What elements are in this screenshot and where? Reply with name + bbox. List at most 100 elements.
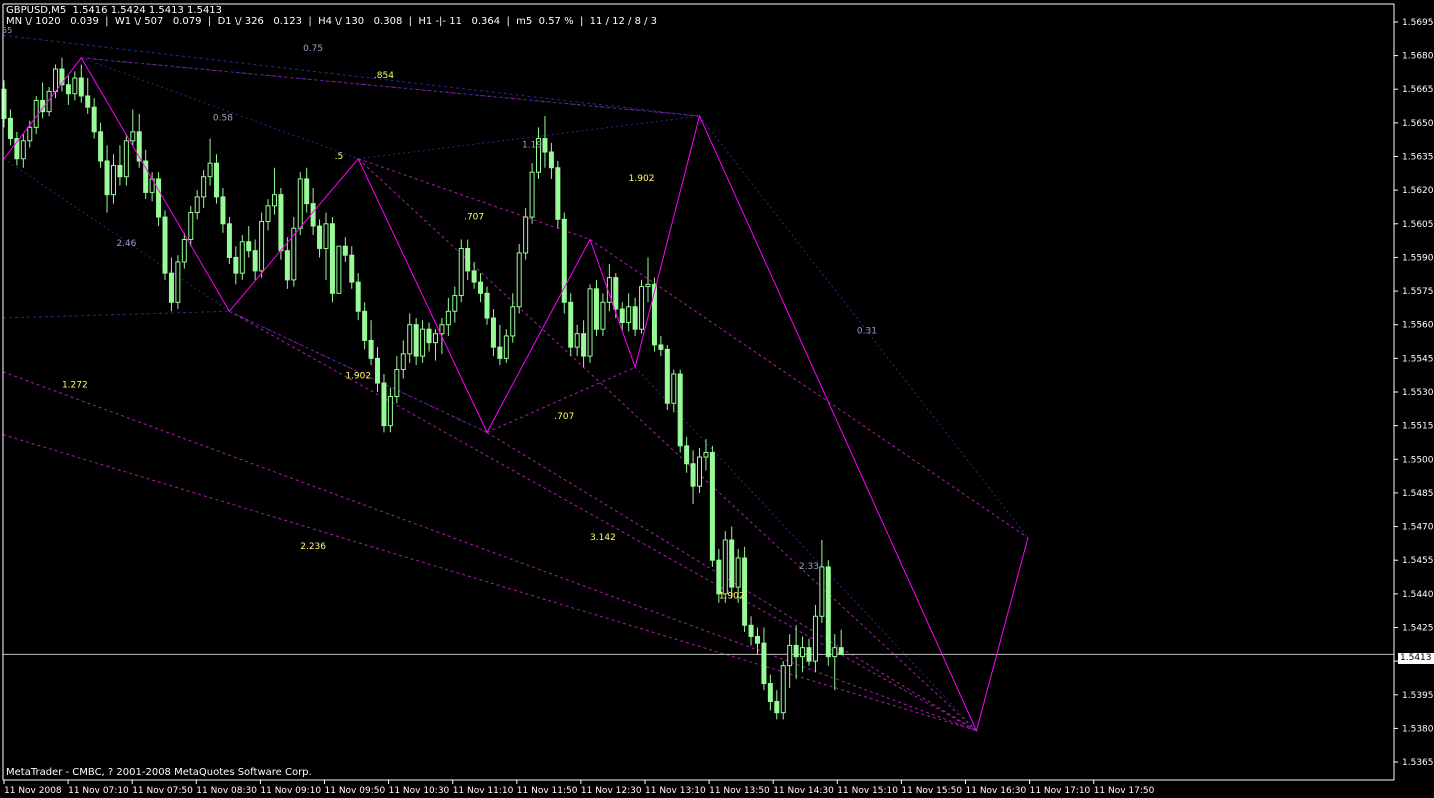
x-tick-label: 11 Nov 14:30 (773, 786, 834, 796)
candle-body (342, 245, 348, 256)
candle-body (800, 647, 806, 658)
y-tick-label: 1.5695 (1402, 18, 1434, 28)
candle-body (194, 196, 200, 214)
candle-body (156, 178, 162, 218)
x-tick-label: 11 Nov 13:50 (709, 786, 770, 796)
x-tick-label: 11 Nov 17:10 (1030, 786, 1091, 796)
candle-body (490, 317, 496, 348)
candle (188, 205, 194, 247)
x-tick-label: 11 Nov 12:30 (581, 786, 642, 796)
candle-body (439, 324, 445, 335)
candle (85, 78, 91, 114)
candle-body (619, 308, 625, 323)
x-tick-label: 11 Nov 11:50 (517, 786, 578, 796)
candle-body (310, 203, 316, 227)
y-tick-label: 1.5545 (1402, 354, 1434, 364)
candle-body (420, 328, 426, 357)
candle (291, 217, 297, 287)
fib-ratio-label: 1.272 (62, 381, 88, 391)
candle (413, 317, 419, 366)
candle-body (394, 369, 400, 397)
candle (793, 625, 799, 680)
candle (542, 116, 548, 168)
candle (14, 131, 20, 166)
x-tick-label: 11 Nov 16:30 (966, 786, 1027, 796)
candle (445, 297, 451, 336)
candle-body (201, 176, 207, 198)
candle-body (246, 241, 252, 252)
candle-body (819, 566, 825, 617)
candle (555, 160, 561, 229)
candle (812, 605, 818, 673)
fibonacci-labels-layer: 0.75 .854 0.58 1.19 .5 1.902 .707 2.46 0.31 1.902… (62, 44, 877, 601)
candle-body (53, 68, 59, 92)
candle-body (65, 84, 71, 95)
candle (806, 638, 812, 666)
corner-label: 55 (2, 26, 12, 35)
candle (7, 109, 13, 146)
fib-line-6 (486, 366, 636, 433)
candle-body (716, 559, 722, 595)
candle-body (555, 167, 561, 220)
price-chart[interactable]: 0.75 .854 0.58 1.19 .5 1.902 .707 2.46 0.31 1.902… (0, 0, 1434, 798)
candle (606, 264, 612, 312)
fib-extension-line-0 (2, 34, 700, 117)
candle (748, 616, 754, 646)
candle (426, 322, 432, 352)
candle (478, 273, 484, 303)
fib-ratio-label: 1.902 (719, 591, 745, 601)
candle (394, 356, 400, 404)
candle-body (510, 306, 516, 337)
candle (645, 257, 651, 303)
candle-body (375, 357, 381, 384)
candle (265, 199, 271, 231)
candle (362, 302, 368, 350)
x-tick-label: 11 Nov 13:10 (645, 786, 706, 796)
candle-body (697, 456, 703, 487)
fib-ratio-line-4 (634, 366, 977, 732)
candle (697, 448, 703, 493)
candle (323, 212, 329, 280)
candle-body (574, 333, 580, 348)
candle (523, 208, 529, 260)
fib-ratio-label: 3.142 (590, 533, 616, 543)
candle-body (355, 281, 361, 312)
candle-body (130, 131, 136, 142)
y-tick-label: 1.5635 (1402, 153, 1434, 163)
candle (271, 167, 277, 215)
y-tick-label: 1.5500 (1402, 455, 1434, 465)
candle-body (368, 339, 374, 359)
candle-body (381, 382, 387, 427)
candle-body (684, 445, 690, 465)
candle (110, 154, 116, 204)
fib-ratio-label: 0.58 (213, 114, 233, 124)
candle (452, 286, 458, 323)
fib-ratio-label: 0.31 (857, 327, 877, 337)
x-tick-label: 11 Nov 15:10 (837, 786, 898, 796)
y-tick-label: 1.5530 (1402, 388, 1434, 398)
candle-body (445, 310, 451, 326)
y-tick-label: 1.5485 (1402, 489, 1434, 499)
x-tick-label: 11 Nov 10:30 (389, 786, 450, 796)
candle-body (658, 344, 664, 350)
x-tick-label: 11 Nov 09:50 (325, 786, 386, 796)
candle (72, 71, 78, 101)
candle (329, 217, 335, 303)
candle (729, 526, 735, 599)
candle-body (690, 463, 696, 487)
candle-body (593, 288, 599, 330)
y-tick-label: 1.5650 (1402, 119, 1434, 129)
candle (342, 237, 348, 262)
candle (536, 127, 542, 179)
candle-body (226, 223, 232, 258)
candle (40, 82, 46, 119)
candle-body (162, 216, 168, 274)
candle-body (239, 241, 245, 274)
candle (471, 261, 477, 289)
candle-body (297, 178, 303, 229)
x-tick-label: 11 Nov 11:10 (453, 786, 514, 796)
candle (252, 239, 258, 280)
candle (162, 210, 168, 280)
candle (123, 134, 129, 186)
candle-body (317, 225, 323, 249)
